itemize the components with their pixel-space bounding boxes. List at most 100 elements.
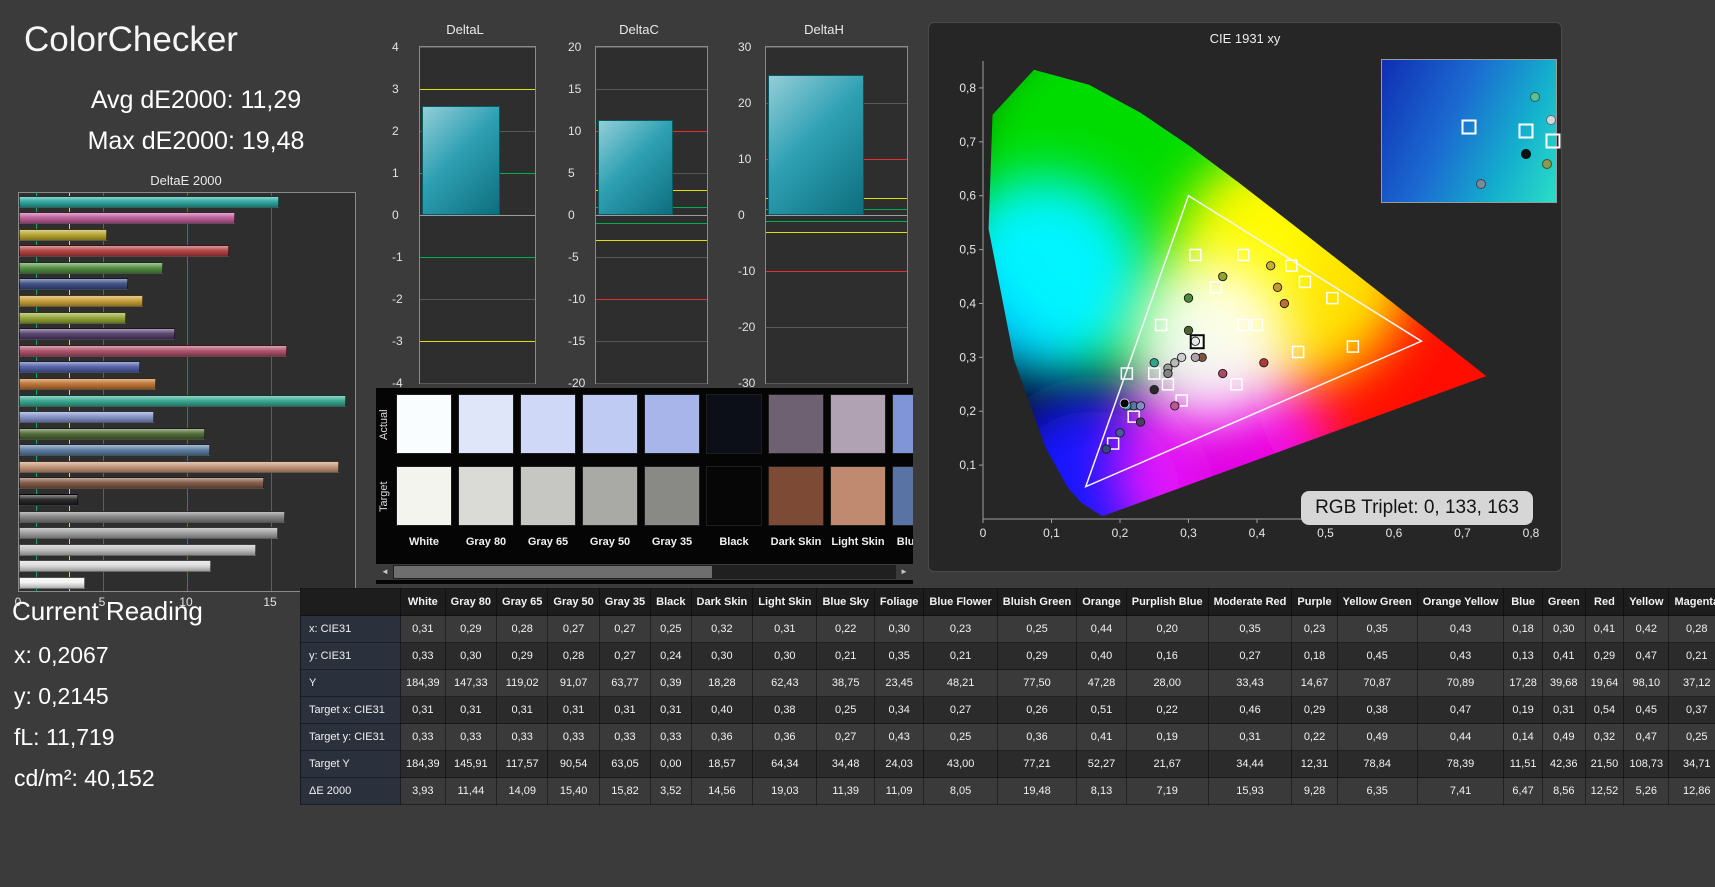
table-cell: 0,31 [1541,696,1586,724]
table-cell: 0,31 [400,696,446,724]
row-label: Target Y [300,750,401,778]
table-cell: 0,27 [1207,642,1293,670]
inset-measured-dot [1542,158,1553,169]
grid-line [420,299,535,300]
table-cell: 12,52 [1584,777,1625,805]
y-tick-label: 0,2 [959,404,976,418]
scroll-right-icon[interactable]: ► [896,565,912,579]
table-cell: 0,47 [1623,723,1670,751]
y-tick-label: -5 [568,250,579,264]
table-cell: 0,46 [1207,696,1293,724]
table-cell: 0,40 [1076,642,1127,670]
table-cell: 12,31 [1291,750,1338,778]
table-cell: 39,68 [1541,669,1586,697]
table-cell: 0,27 [816,723,875,751]
table-cell: 0,30 [690,642,754,670]
table-cell: 34,48 [816,750,875,778]
table-cell: 0,22 [816,615,875,643]
table-cell: 0,31 [598,696,652,724]
delta-bar [768,75,864,215]
y-tick-label: -2 [392,292,403,306]
table-cell: 0,27 [547,615,600,643]
grid-line [766,215,907,216]
table-cell: 0,20 [1125,615,1209,643]
row-label: ΔE 2000 [300,777,401,805]
reference-line [766,220,907,222]
y-tick-label: -1 [392,250,403,264]
y-tick-label: 0,8 [959,81,976,95]
grid-line [420,383,535,384]
table-cell: 108,73 [1623,750,1670,778]
table-cell: 28,00 [1125,669,1209,697]
table-cell: 0,16 [1125,642,1209,670]
table-cell: 11,44 [444,777,498,805]
row-label: Y [300,669,401,697]
bar-light-skin [19,460,339,473]
col-header-blue-flower: Blue Flower [923,588,998,616]
table-cell: 0,25 [923,723,998,751]
col-header-black: Black [650,588,692,616]
delta-bar [598,120,674,215]
x-tick-label: 0,3 [1180,526,1197,540]
bar-foliage [19,427,206,440]
table-cell: 145,91 [444,750,498,778]
patch-measurement-table: White Gray 80 Gray 65 Gray 50 Gray 35 Black Da… [300,588,1715,805]
table-cell: 63,77 [598,669,652,697]
y-tick-label: 10 [568,124,582,138]
x-tick-label: 0 [980,526,987,540]
table-cell: 0,43 [1416,615,1505,643]
measured-black [1149,385,1159,395]
table-cell: 0,21 [1668,642,1715,670]
table-cell: 0,21 [923,642,998,670]
table-cell: 6,35 [1336,777,1418,805]
col-header-gray-65: Gray 65 [496,588,549,616]
table-cell: 0,34 [873,696,925,724]
reading-line-1: y: 0,2145 [14,683,109,709]
col-header-white: White [400,588,446,616]
table-cell: 0,42 [1623,615,1670,643]
table-cell: 117,57 [496,750,549,778]
table-cell: 0,32 [690,615,754,643]
swatch-actual-gray-80 [458,394,514,454]
table-cell: 0,25 [816,696,875,724]
scroll-left-icon[interactable]: ◄ [377,565,393,579]
table-cell: 77,21 [996,750,1078,778]
swatch-scrollbar[interactable]: ◄ ► [376,564,913,580]
y-tick-label: 20 [568,40,582,54]
col-header-moderate-red: Moderate Red [1207,588,1293,616]
inset-target-square [1461,119,1477,135]
reading-line-0: x: 0,2067 [14,642,109,668]
table-cell: 0,25 [996,615,1078,643]
bar-purple [19,328,175,341]
table-cell: 0,49 [1541,723,1586,751]
table-cell: 77,50 [996,669,1078,697]
table-cell: 0,26 [996,696,1078,724]
table-cell: 98,10 [1623,669,1670,697]
table-cell: 0,36 [752,723,818,751]
reference-line [420,341,535,342]
grid-line [596,215,707,216]
y-tick-label: 30 [738,40,752,54]
table-cell: 184,39 [400,669,446,697]
col-header-red: Red [1584,588,1625,616]
table-cell: 0,35 [1336,615,1418,643]
bar-cyan [19,195,279,208]
table-cell: 0,23 [923,615,998,643]
inset-measured-dot [1530,91,1541,102]
swatch-label: Dark Skin [770,536,822,548]
swatch-target-gray-65 [520,466,576,526]
table-row: Target x: CIE31 0,31 0,31 0,31 0,31 0,31 0,31 0… [300,696,1715,724]
col-header-gray-50: Gray 50 [547,588,600,616]
x-tick-label: 0,4 [1249,526,1266,540]
table-cell: 0,45 [1336,642,1418,670]
table-cell: 0,33 [496,723,549,751]
y-axis: 4 3 2 1 0 -1 -2 -3 -4 [392,22,416,404]
page-title: ColorChecker [24,20,238,59]
table-cell: 0,18 [1291,642,1338,670]
grid-line [766,383,907,384]
x-tick-label: 0,5 [1317,526,1334,540]
table-cell: 0,27 [598,642,652,670]
x-tick-label: 0,6 [1386,526,1403,540]
x-tick-label: 0,8 [1523,526,1540,540]
scrollbar-thumb[interactable] [394,566,712,578]
